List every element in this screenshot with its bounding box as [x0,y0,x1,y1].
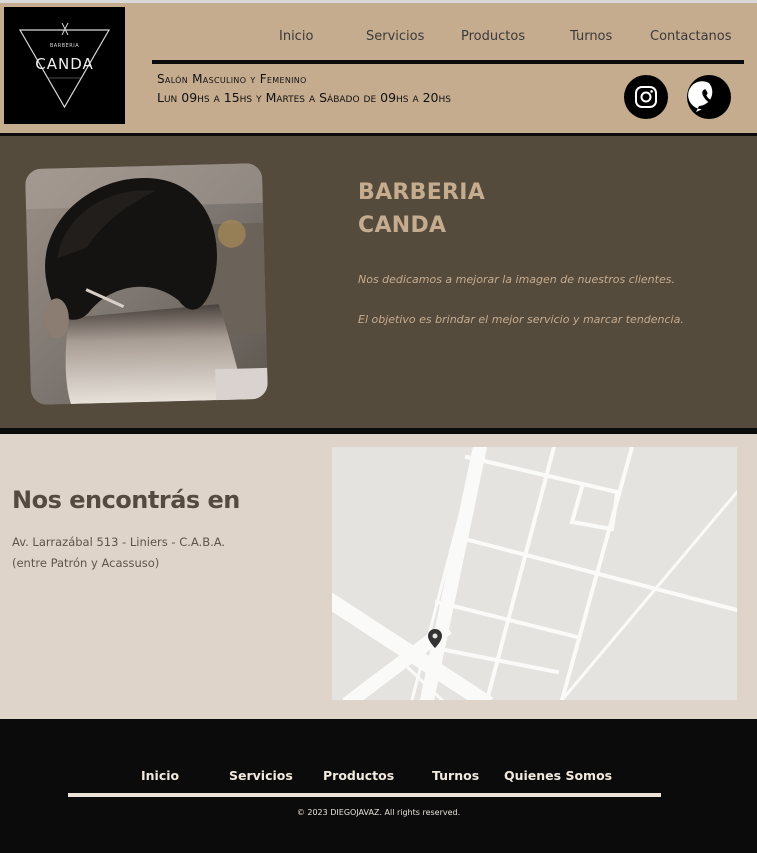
nav-turnos[interactable]: Turnos [570,29,612,44]
hero-title-line1: BARBERIA [358,180,486,205]
footer-divider [68,793,661,797]
hero-title: BARBERIA CANDA [358,176,485,242]
location-address: Av. Larrazábal 513 - Liniers - C.A.B.A. [12,535,226,549]
footer-nav-quienes-somos[interactable]: Quienes Somos [504,768,612,783]
nav-servicios[interactable]: Servicios [366,29,424,44]
hero-title-line2: CANDA [358,213,447,238]
instagram-icon [635,86,657,108]
whatsapp-icon [688,77,729,117]
footer-nav-turnos[interactable]: Turnos [432,768,479,783]
hero-description-2: El objetivo es brindar el mejor servicio… [358,313,684,326]
copyright-text: © 2023 DIEGOJAVAZ. All rights reserved. [296,808,461,817]
nav-divider [152,60,744,64]
hero-description-1: Nos dedicamos a mejorar la imagen de nue… [358,273,675,286]
nav-productos[interactable]: Productos [461,29,525,44]
location-title: Nos encontrás en [12,486,240,514]
salon-tagline: Salón Masculino y Femenino [157,72,307,86]
whatsapp-button[interactable] [687,75,731,119]
opening-hours: Lun 09hs a 15hs y Martes a Sábado de 09h… [157,90,451,105]
nav-contactanos[interactable]: Contactanos [650,29,732,44]
location-between: (entre Patrón y Acassuso) [12,556,160,570]
footer-nav-servicios[interactable]: Servicios [229,768,293,783]
footer-nav-productos[interactable]: Productos [323,768,394,783]
nav-inicio[interactable]: Inicio [279,29,313,44]
footer-nav-inicio[interactable]: Inicio [141,768,179,783]
logo-name: CANDA [35,55,94,73]
location-map[interactable] [332,447,737,700]
instagram-button[interactable] [624,75,668,119]
logo-subtitle: BARBERIA [49,43,80,49]
haircut-photo [24,162,269,406]
logo[interactable]: BARBERIA CANDA [4,7,125,124]
site-footer [0,719,757,853]
